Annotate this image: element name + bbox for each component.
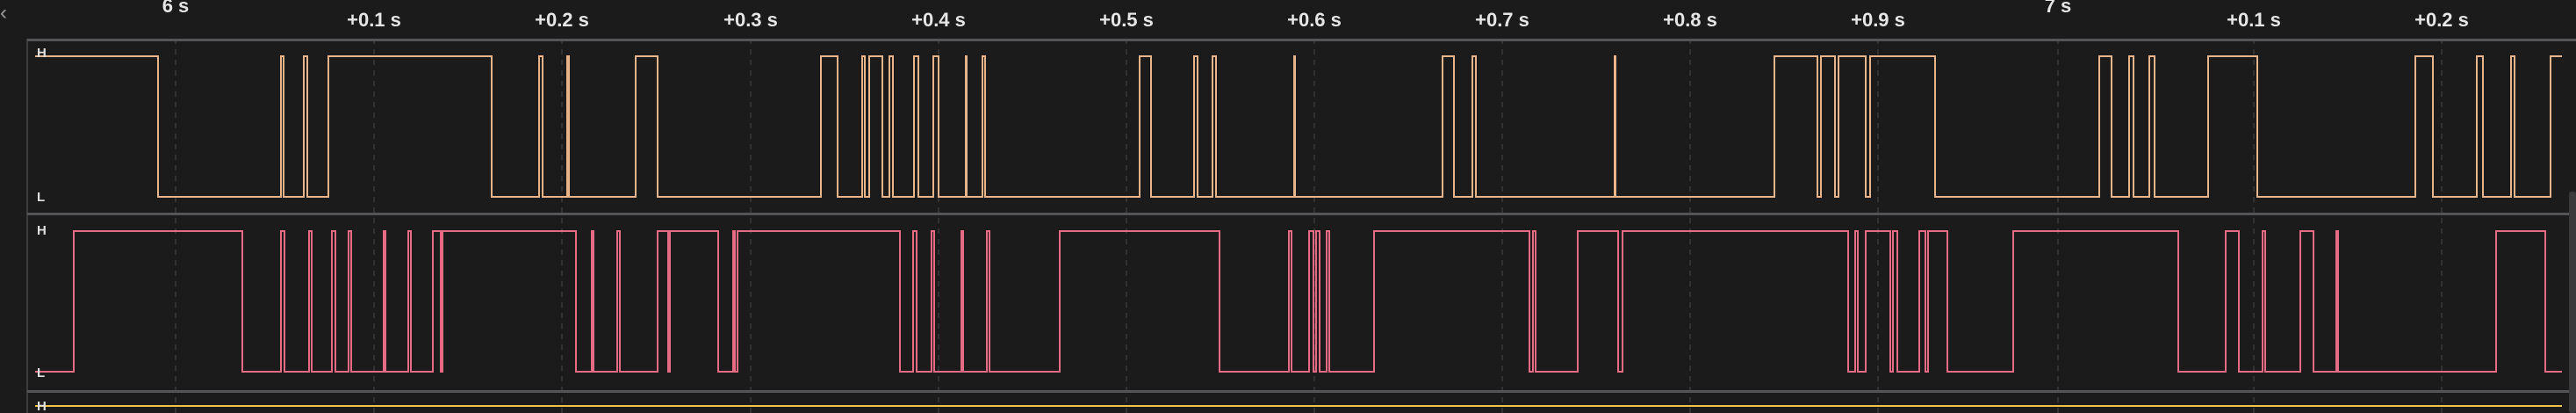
tick-label: +0.2 s [535,9,589,31]
channel-separator [27,213,2576,215]
high-level-label: H [37,46,47,61]
low-level-label: L [37,366,46,380]
tick-label: +0.4 s [911,9,966,31]
tick-label: +0.8 s [1663,9,1717,31]
tick-label: +0.5 s [1099,9,1154,31]
tick-label: 7 s [2044,0,2072,17]
tick-label: +0.1 s [2227,9,2281,31]
tick-label: +0.6 s [1287,9,1342,31]
waveform-canvas [26,39,2576,413]
tick-label: +0.9 s [1851,9,1905,31]
tick-label: +0.2 s [2414,9,2469,31]
logic-analyzer-view: ‹ 6 s +0.1 s +0.2 s +0.3 s +0.4 s +0.5 s +0.6 … [0,0,2576,413]
tick-label: +0.3 s [723,9,778,31]
waveform-channel-1 [35,230,2562,373]
tick-label: +0.1 s [347,9,401,31]
high-level-label: H [37,399,47,413]
time-ruler[interactable]: ‹ 6 s +0.1 s +0.2 s +0.3 s +0.4 s +0.5 s +0.6 … [0,0,2576,39]
channel-separator [27,39,2576,41]
high-level-label: H [37,223,47,238]
vertical-scrollbar[interactable] [2569,192,2576,413]
chevron-left-icon[interactable]: ‹ [0,3,19,24]
low-level-label: L [37,190,46,205]
tick-label: 6 s [162,0,190,17]
waveform-channel-0 [35,55,2562,198]
waveform-area[interactable]: H L H L H [0,39,2576,413]
channel-separator [27,390,2576,393]
tick-label: +0.7 s [1475,9,1529,31]
